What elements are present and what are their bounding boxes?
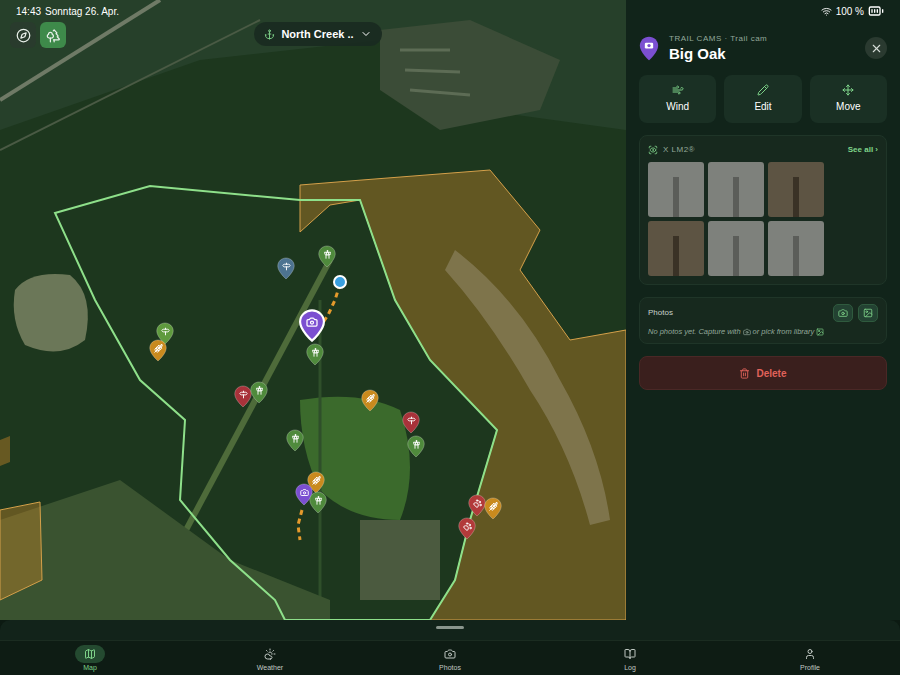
photo-thumbnail[interactable] — [708, 162, 764, 217]
photo-thumbnail[interactable] — [648, 221, 704, 276]
camera-icon — [306, 316, 318, 328]
move-icon — [842, 84, 854, 96]
food-icon — [312, 476, 321, 485]
weather-icon — [264, 648, 276, 660]
map-pin[interactable] — [468, 494, 486, 517]
map-pin[interactable] — [318, 245, 336, 268]
stand-icon — [412, 440, 421, 449]
close-icon — [870, 42, 883, 55]
battery-icon — [868, 3, 884, 19]
app: North Creek .. TRAIL CAMS · Trail camBig … — [0, 0, 900, 675]
thumbnail-grid — [648, 162, 878, 276]
map-pin[interactable] — [484, 497, 502, 520]
food-icon — [154, 344, 163, 353]
photos-card: PhotosNo photos yet. Capture withor pick… — [639, 297, 887, 344]
wifi-icon — [821, 6, 832, 17]
stand-icon — [291, 434, 300, 443]
pick-photo-button[interactable] — [858, 304, 878, 322]
sign-icon — [161, 327, 170, 336]
action-button[interactable]: Wind — [639, 75, 716, 123]
chevron-down-icon — [360, 28, 372, 40]
photos-icon — [444, 648, 456, 660]
image-icon — [863, 308, 873, 318]
animal-icon — [473, 499, 482, 508]
camera-model-icon — [648, 145, 658, 155]
pin-icon — [306, 343, 324, 366]
image-icon — [816, 328, 824, 336]
tab[interactable]: Map — [0, 641, 180, 675]
trash-icon — [739, 368, 750, 379]
map[interactable]: North Creek .. — [0, 0, 626, 620]
tab[interactable]: Log — [540, 641, 720, 675]
stand-icon — [255, 386, 264, 395]
log-icon — [624, 648, 636, 660]
pin-icon — [250, 381, 268, 404]
delete-button[interactable]: Delete — [639, 356, 887, 390]
sign-icon — [239, 390, 248, 399]
map-icon — [84, 648, 96, 660]
map-pin[interactable] — [250, 381, 268, 404]
map-pin[interactable] — [234, 385, 252, 408]
profile-icon — [804, 648, 816, 660]
pin-icon — [458, 517, 476, 540]
tab[interactable]: Profile — [720, 641, 900, 675]
tree-icon — [46, 28, 61, 43]
pin-icon — [468, 494, 486, 517]
photo-thumbnail[interactable] — [648, 162, 704, 217]
compass-icon — [16, 28, 31, 43]
map-pin[interactable] — [149, 339, 167, 362]
empty-photos-text: No photos yet. Capture withor pick from … — [648, 326, 878, 337]
action-buttons: WindEditMove — [639, 75, 887, 123]
property-icon — [264, 29, 275, 40]
compass-button[interactable] — [10, 22, 36, 48]
pin-icon — [407, 435, 425, 458]
map-pin[interactable] — [299, 309, 325, 342]
wind-icon — [672, 84, 684, 96]
stand-icon — [323, 250, 332, 259]
map-pin[interactable] — [407, 435, 425, 458]
stand-icon — [314, 496, 323, 505]
camera-icon — [300, 488, 309, 497]
photo-thumbnail[interactable] — [768, 162, 824, 217]
map-pin[interactable] — [402, 411, 420, 434]
map-pin[interactable] — [309, 491, 327, 514]
map-pin[interactable] — [458, 517, 476, 540]
stand-icon — [311, 348, 320, 357]
tab-bar: MapWeatherPhotosLogProfile — [0, 640, 900, 675]
map-pin[interactable] — [306, 343, 324, 366]
sheet-handle-bar[interactable] — [0, 620, 900, 640]
trail-cam-pin-icon — [639, 36, 659, 61]
map-pin[interactable] — [286, 429, 304, 452]
action-button[interactable]: Edit — [724, 75, 801, 123]
tab[interactable]: Photos — [360, 641, 540, 675]
capture-photo-button[interactable] — [833, 304, 853, 322]
panel-header: TRAIL CAMS · Trail camBig Oak — [639, 33, 887, 63]
photo-thumbnail[interactable] — [708, 221, 764, 276]
camera-icon — [838, 308, 848, 318]
detail-panel: TRAIL CAMS · Trail camBig Oak WindEditMov… — [626, 0, 900, 620]
property-selector[interactable]: North Creek .. — [254, 22, 381, 46]
see-all-link[interactable]: See all › — [848, 144, 878, 156]
status-bar: 14:43Sonntag 26. Apr.100 % — [0, 0, 900, 22]
pin-icon — [309, 491, 327, 514]
close-button[interactable] — [865, 37, 887, 59]
food-icon — [366, 394, 375, 403]
camera-card: X LM2®See all › — [639, 135, 887, 285]
pencil-icon — [757, 84, 769, 96]
action-button[interactable]: Move — [810, 75, 887, 123]
tab[interactable]: Weather — [180, 641, 360, 675]
sign-icon — [282, 262, 291, 271]
animal-icon — [463, 522, 472, 531]
food-icon — [489, 502, 498, 511]
layers-button[interactable] — [40, 22, 66, 48]
photo-thumbnail[interactable] — [768, 221, 824, 276]
pin-icon — [318, 245, 336, 268]
map-pin[interactable] — [361, 389, 379, 412]
camera-icon — [743, 328, 751, 336]
pin-icon — [286, 429, 304, 452]
map-pin[interactable] — [277, 257, 295, 280]
sign-icon — [407, 416, 416, 425]
